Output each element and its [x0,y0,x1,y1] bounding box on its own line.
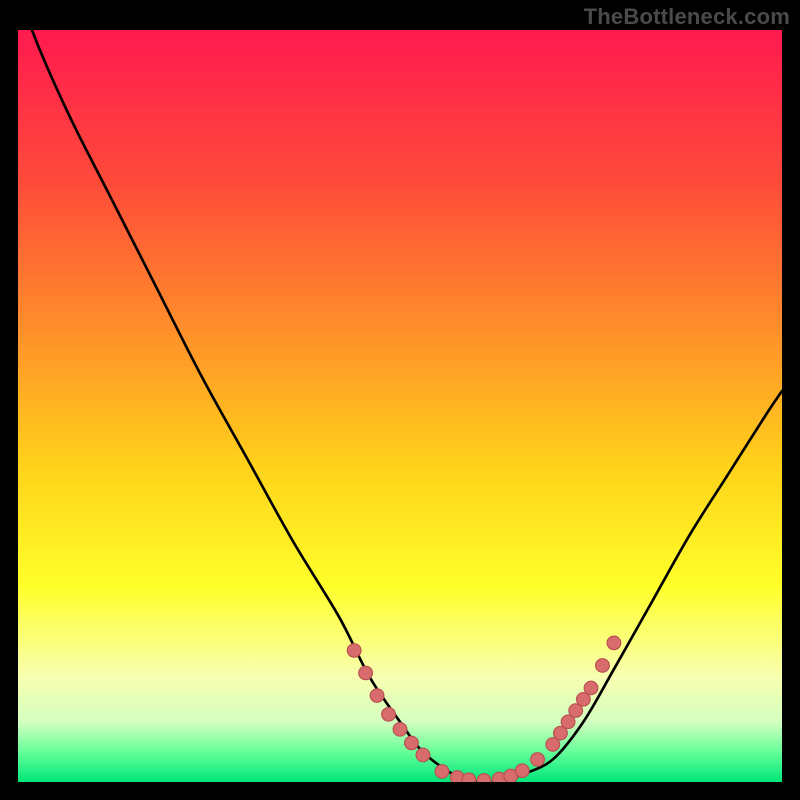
data-dot [607,636,621,650]
data-dot [515,764,529,778]
data-dot [596,659,610,673]
data-dot [370,689,384,703]
plot-svg [18,30,782,782]
data-dot [435,765,449,779]
data-dot [462,773,476,782]
data-dot [405,736,419,750]
data-dot [393,723,407,737]
data-dot [359,666,373,680]
chart-frame: TheBottleneck.com [0,0,800,800]
data-dot [347,644,361,658]
data-dot [382,708,396,722]
bottleneck-plot [18,30,782,782]
data-dot [477,774,491,782]
data-dot [416,748,430,762]
gradient-background [18,30,782,782]
data-dot [531,753,545,767]
data-dot [584,681,598,695]
watermark-text: TheBottleneck.com [584,4,790,30]
